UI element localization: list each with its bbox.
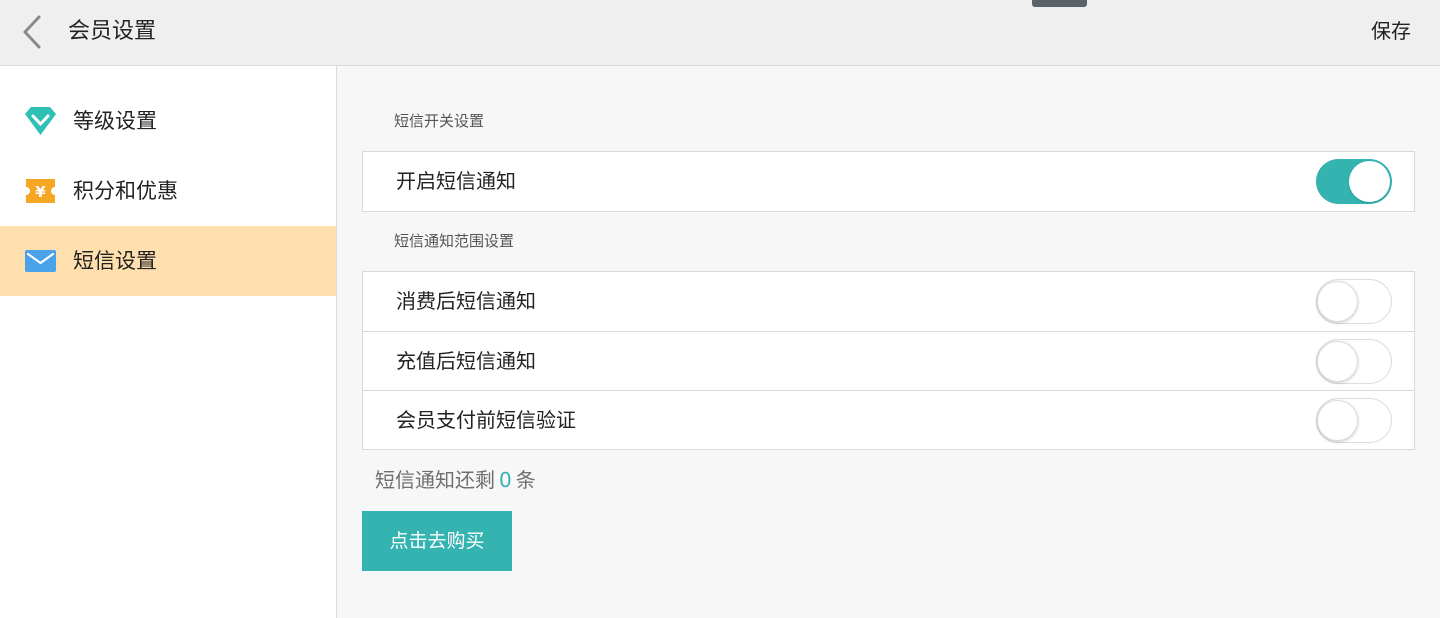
svg-text:¥: ¥ bbox=[35, 183, 46, 201]
envelope-icon bbox=[24, 245, 57, 277]
toggle-knob bbox=[1317, 281, 1358, 322]
section-title-scope: 短信通知范围设置 bbox=[394, 232, 515, 250]
pull-tab-handle[interactable] bbox=[1032, 0, 1087, 7]
sidebar-item-label: 短信设置 bbox=[73, 249, 157, 273]
settings-row-after-consume: 消费后短信通知 bbox=[363, 272, 1414, 331]
save-button[interactable]: 保存 bbox=[1371, 16, 1411, 46]
section-title-switch: 短信开关设置 bbox=[394, 112, 485, 130]
row-label: 开启短信通知 bbox=[396, 169, 516, 193]
settings-row-enable-sms: 开启短信通知 bbox=[363, 152, 1414, 211]
enable-sms-toggle[interactable] bbox=[1316, 159, 1392, 204]
main-panel: 短信开关设置 开启短信通知 短信通知范围设置 消费后短信通知 充值后短信通知 会… bbox=[337, 66, 1440, 618]
after-consume-toggle[interactable] bbox=[1316, 279, 1392, 324]
sidebar-item-level[interactable]: 等级设置 bbox=[0, 86, 336, 156]
remaining-prefix: 短信通知还剩 bbox=[375, 468, 495, 492]
buy-sms-button[interactable]: 点击去购买 bbox=[362, 511, 512, 571]
sidebar: 等级设置 ¥ 积分和优惠 短信设置 bbox=[0, 66, 337, 618]
row-label: 会员支付前短信验证 bbox=[396, 408, 576, 432]
toggle-knob bbox=[1317, 400, 1358, 441]
coupon-icon: ¥ bbox=[24, 175, 57, 207]
page-title: 会员设置 bbox=[68, 19, 157, 44]
sidebar-item-label: 积分和优惠 bbox=[73, 179, 178, 203]
remaining-suffix: 条 bbox=[515, 468, 536, 492]
top-bar: 会员设置 保存 bbox=[0, 0, 1440, 66]
sms-remaining-text: 短信通知还剩 0 条 bbox=[375, 465, 536, 495]
settings-row-after-recharge: 充值后短信通知 bbox=[363, 331, 1414, 390]
row-label: 消费后短信通知 bbox=[396, 289, 536, 313]
switch-settings-group: 开启短信通知 bbox=[362, 151, 1415, 212]
sidebar-item-points[interactable]: ¥ 积分和优惠 bbox=[0, 156, 336, 226]
after-recharge-toggle[interactable] bbox=[1316, 339, 1392, 384]
row-label: 充值后短信通知 bbox=[396, 349, 536, 373]
remaining-count: 0 bbox=[499, 468, 512, 492]
settings-row-pay-verify: 会员支付前短信验证 bbox=[363, 390, 1414, 449]
toggle-knob bbox=[1317, 341, 1358, 382]
back-button[interactable] bbox=[14, 12, 54, 52]
chevron-left-icon bbox=[23, 15, 41, 49]
toggle-knob bbox=[1349, 161, 1390, 202]
scope-settings-group: 消费后短信通知 充值后短信通知 会员支付前短信验证 bbox=[362, 271, 1415, 450]
sidebar-item-sms[interactable]: 短信设置 bbox=[0, 226, 336, 296]
diamond-icon bbox=[24, 105, 57, 137]
sidebar-item-label: 等级设置 bbox=[73, 109, 157, 133]
pay-verify-toggle[interactable] bbox=[1316, 398, 1392, 443]
